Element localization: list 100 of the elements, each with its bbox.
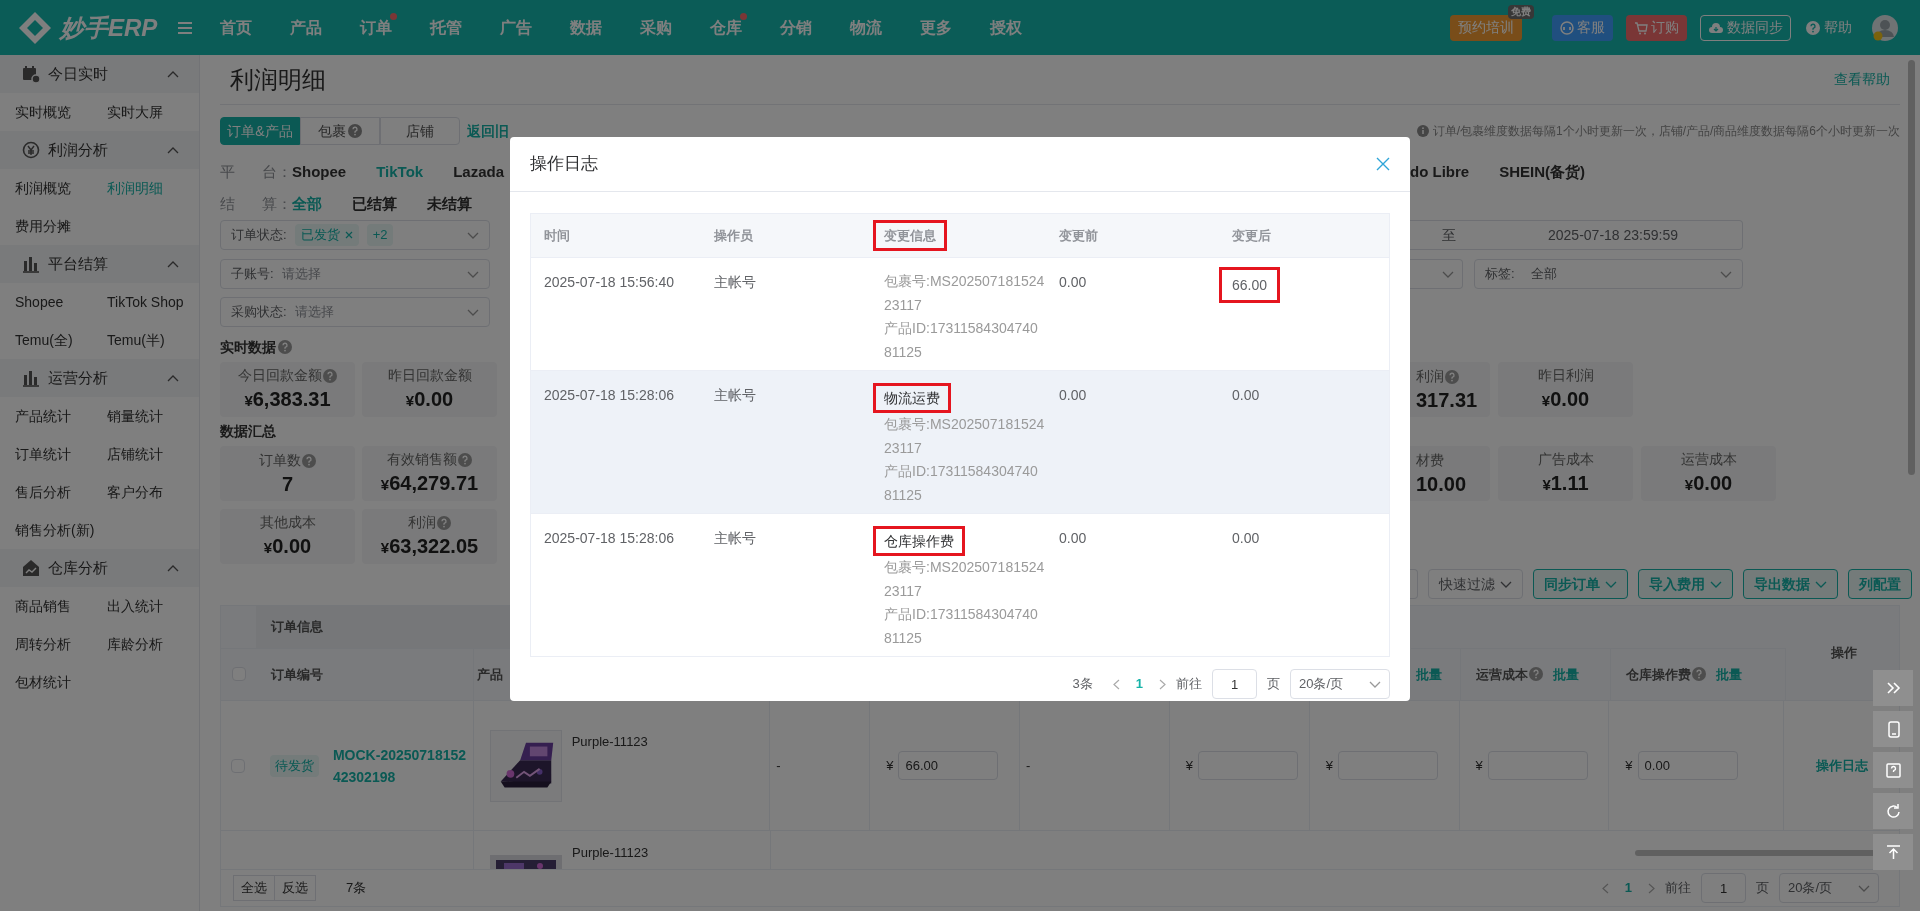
nav-item[interactable]: 仓库 [691,0,761,55]
sidebar-item[interactable]: 利润概览 [15,177,71,199]
tab[interactable]: 包裹 [300,117,380,145]
help-link[interactable]: 帮助 [1806,17,1852,38]
sidebar-item[interactable]: 客户分布 [107,481,163,503]
toolbar-button[interactable]: 同步订单 [1533,569,1628,599]
nav-item[interactable]: 更多 [901,0,971,55]
section-header[interactable]: 利润分析 [0,131,199,169]
select-field[interactable]: 订单状态: 已发货 +2 [220,220,490,250]
service-button[interactable]: 客服 [1552,14,1613,41]
total-text: 3条 [1072,675,1093,694]
sidebar-item[interactable]: 实时概览 [15,101,71,123]
mobile-button[interactable] [1873,711,1913,747]
field-label: 标签: [1485,265,1515,284]
sidebar-item[interactable]: 出入统计 [107,595,163,617]
order-number-link[interactable]: MOCK-2025071815242302198 [332,743,469,788]
batch-link[interactable]: 批量 [1716,664,1742,684]
filter-option[interactable]: 全部 [292,192,322,216]
date-range-field[interactable]: 至 2025-07-18 23:59:59 [1410,220,1743,250]
close-icon[interactable] [1376,157,1390,171]
page-input[interactable]: 1 [1701,873,1746,903]
order-button[interactable]: 订购 [1626,14,1687,41]
toolbar-button[interactable]: 导入费用 [1638,569,1733,599]
filter-option[interactable]: TikTok [376,160,424,184]
section-header[interactable]: 仓库分析 [0,549,199,587]
filter-option[interactable]: 未结算 [427,192,472,216]
filter-option[interactable]: 已结算 [352,192,397,216]
sidebar-item[interactable]: Shopee [15,291,64,313]
page-size-select[interactable]: 20条/页 [1779,873,1879,903]
nav-item[interactable]: 授权 [971,0,1041,55]
close-icon[interactable] [344,231,353,239]
avatar-icon[interactable] [1872,14,1898,41]
sidebar-item[interactable]: 店铺统计 [107,443,163,465]
collapse-button[interactable] [1873,670,1913,706]
old-version-link[interactable]: 返回旧 [467,120,509,142]
sidebar-item[interactable]: 包材统计 [15,671,71,693]
scrollbar-thumb[interactable] [1908,60,1915,475]
sidebar-item[interactable]: 实时大屏 [107,101,163,123]
section-header[interactable]: 运营分析 [0,359,199,397]
previous-page-icon[interactable] [1601,882,1609,894]
previous-page-icon[interactable] [1112,678,1120,690]
batch-link[interactable]: 批量 [1416,664,1442,684]
section-header[interactable]: 今日实时 [0,55,199,93]
select-field[interactable] [1410,259,1463,289]
filter-option[interactable]: SHEIN(备货) [1499,160,1585,184]
nav-item[interactable]: 采购 [621,0,691,55]
nav-item[interactable]: 订单 [341,0,411,55]
amount-input[interactable]: 66.00 [898,751,999,780]
toolbar-button[interactable]: 列配置 [1848,569,1912,599]
refresh-button[interactable] [1873,793,1913,829]
sidebar-item[interactable]: 售后分析 [15,481,71,503]
next-page-icon[interactable] [1648,882,1655,894]
sidebar-item[interactable]: 销量统计 [107,405,163,427]
sidebar-item[interactable]: 周转分析 [15,633,71,655]
tab[interactable]: 订单&产品 [220,117,300,145]
product-title: Purple-11123 [571,733,648,751]
nav-item[interactable]: 首页 [201,0,271,55]
select-button[interactable]: 全选 [233,875,275,901]
filter-option[interactable]: do Libre [1410,160,1470,184]
sidebar-item[interactable]: TikTok Shop [107,291,184,313]
sidebar-item[interactable]: 库龄分析 [107,633,163,655]
select-button[interactable]: 反选 [275,875,316,901]
tab[interactable]: 店铺 [380,117,460,145]
nav-item[interactable]: 数据 [551,0,621,55]
sidebar-item[interactable]: 商品销售 [15,595,71,617]
currency-symbol: ¥ [1185,756,1194,775]
operation-log-link[interactable]: 操作日志 [1815,755,1868,776]
page-number[interactable]: 1 [1129,674,1149,694]
nav-item[interactable]: 产品 [271,0,341,55]
page-size-select[interactable]: 20条/页 [1290,669,1390,699]
filter-option[interactable]: Lazada [453,160,504,184]
sidebar-item[interactable]: 产品统计 [15,405,71,427]
amount-input[interactable]: 0.00 [1637,751,1738,780]
next-page-icon[interactable] [1159,678,1166,690]
sidebar-item[interactable]: 订单统计 [15,443,71,465]
nav-item[interactable]: 分销 [761,0,831,55]
toolbar-button[interactable]: 导出数据 [1743,569,1838,599]
batch-link[interactable]: 批量 [1553,664,1579,684]
menu-icon[interactable] [178,21,192,34]
feedback-button[interactable] [1873,752,1913,788]
toolbar-button[interactable] [1410,569,1418,599]
section-header[interactable]: 平台结算 [0,245,199,283]
toolbar-button[interactable]: 快速过滤 [1428,569,1523,599]
currency-symbol: ¥ [1325,756,1333,775]
nav-item[interactable]: 托管 [411,0,481,55]
page-number[interactable]: 1 [1618,878,1638,898]
nav-item[interactable]: 广告 [481,0,551,55]
sidebar-item[interactable]: Temu(全) [15,329,73,351]
tag-text: 已发货 [300,226,340,245]
page-input[interactable]: 1 [1212,669,1257,699]
sidebar-item[interactable]: 销售分析(新) [15,519,95,541]
sidebar-item[interactable]: Temu(半) [107,329,165,351]
select-field[interactable]: 标签: 全部 [1474,259,1743,289]
nav-item[interactable]: 物流 [831,0,901,55]
filter-option[interactable]: Shopee [292,160,347,184]
back-to-top-button[interactable] [1873,834,1913,870]
sidebar-item[interactable]: 利润明细 [107,177,163,199]
help-link[interactable]: 查看帮助 [1834,69,1890,90]
sidebar-item[interactable]: 费用分摊 [15,215,71,237]
sync-button[interactable]: 数据同步 [1700,14,1791,41]
